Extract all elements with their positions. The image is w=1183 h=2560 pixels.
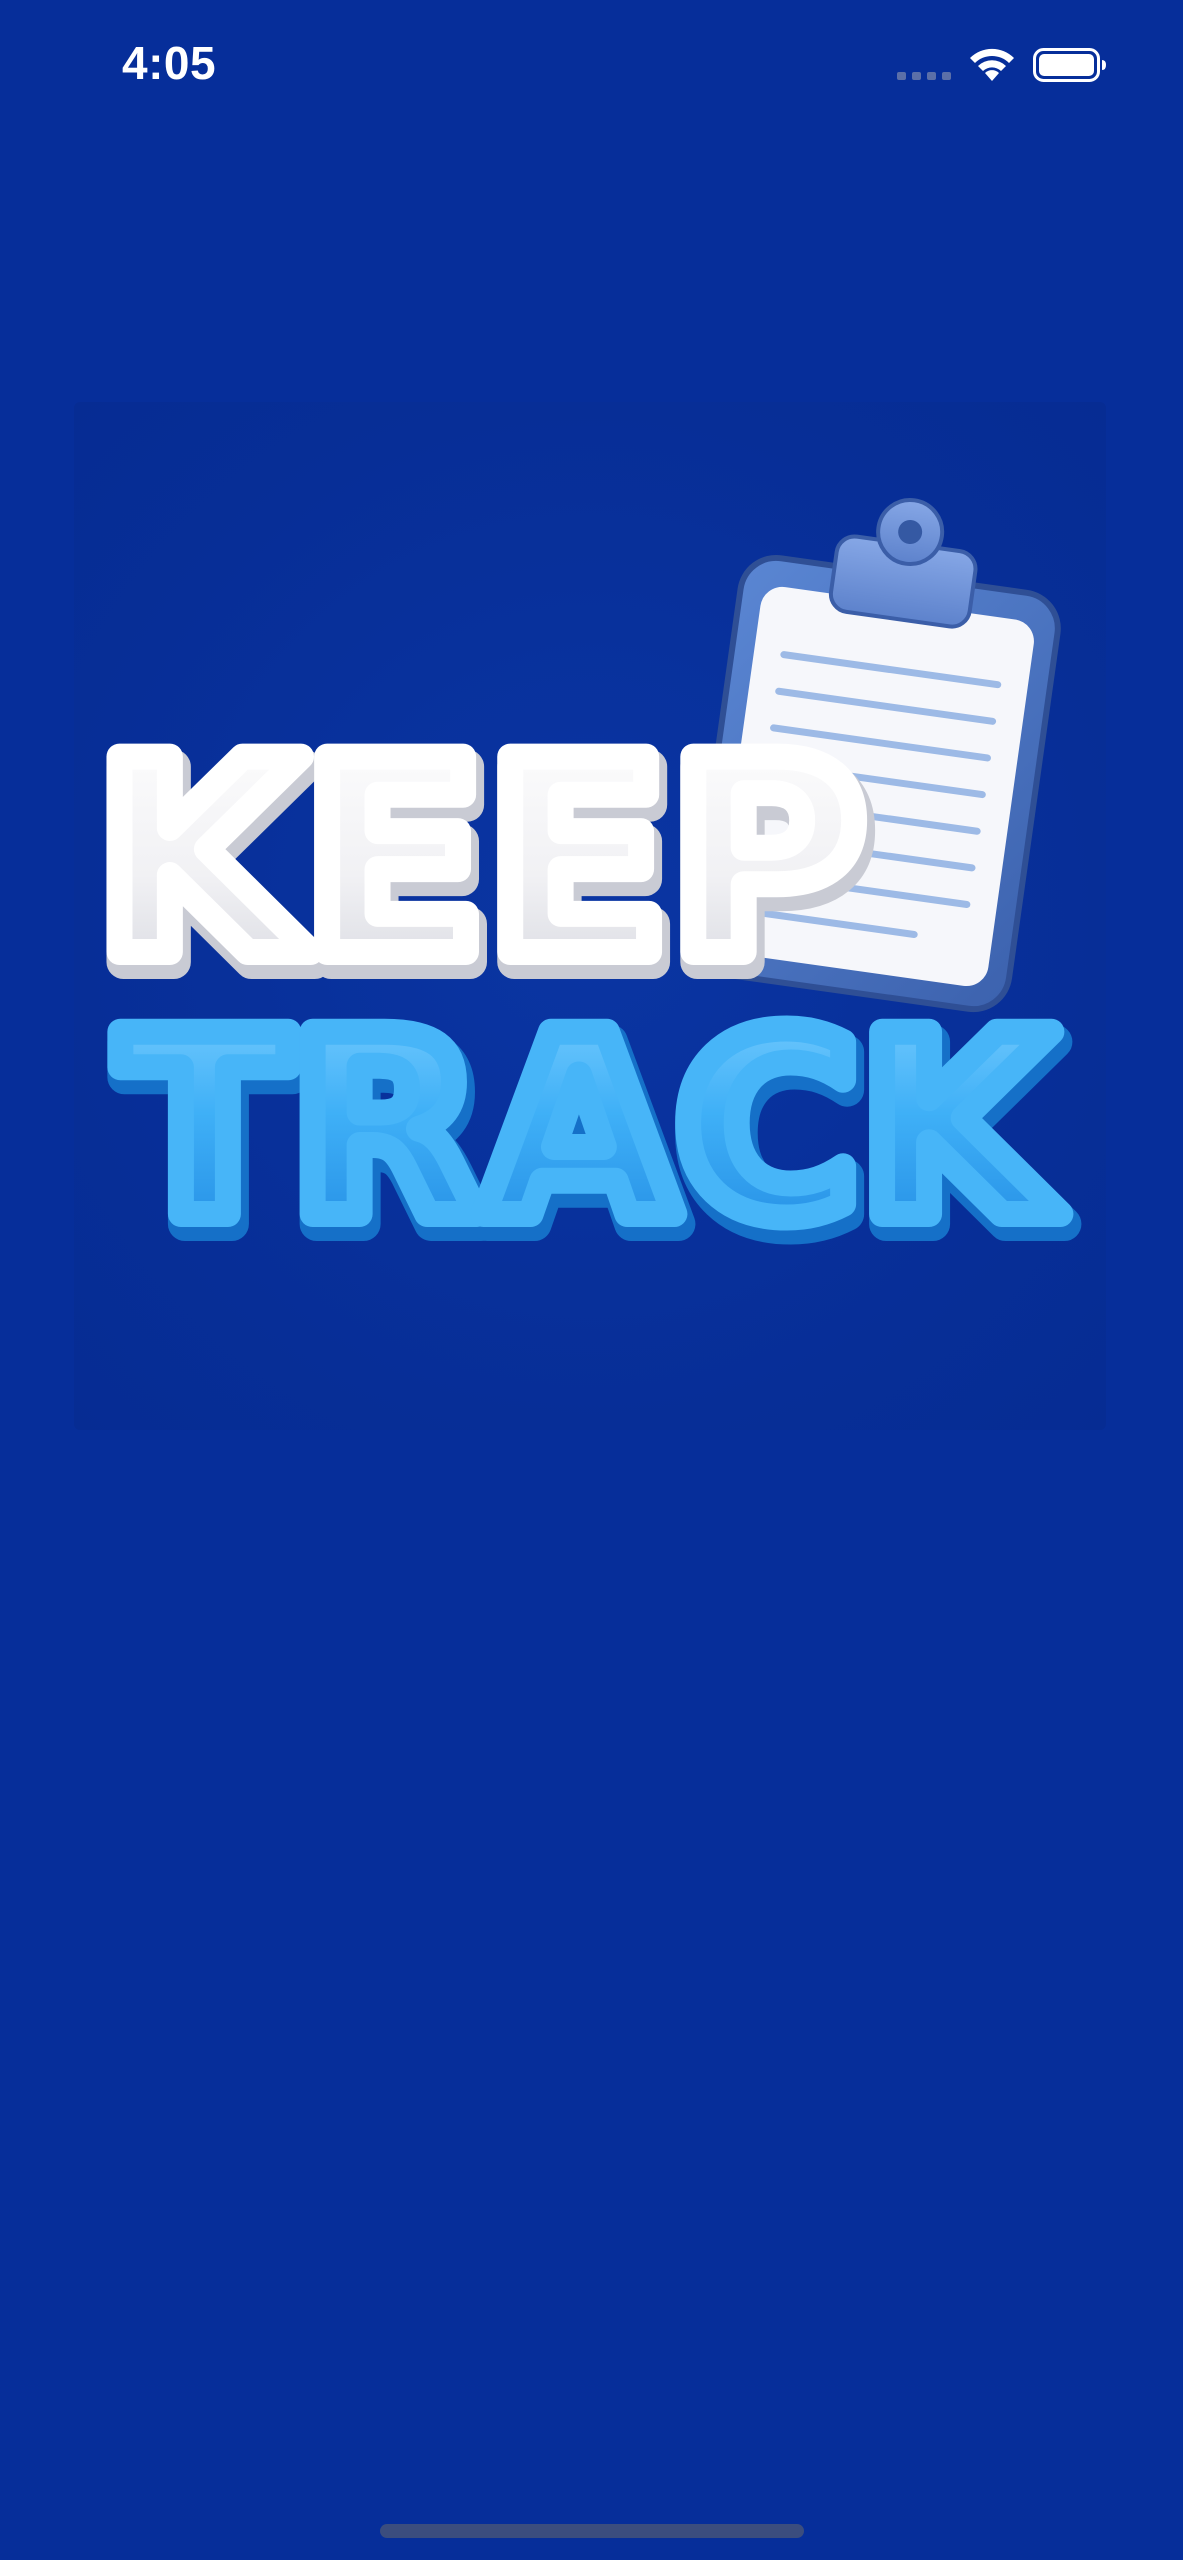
app-logo: KEEP KEEP TRACK TRACK (74, 402, 1106, 1430)
status-time: 4:05 (122, 37, 217, 89)
cellular-signal-icon (897, 72, 951, 80)
logo-word-track-face: TRACK (119, 982, 1061, 1273)
logo-artwork: KEEP KEEP TRACK TRACK (82, 497, 1082, 1300)
battery-icon (1033, 48, 1106, 82)
wifi-icon (970, 48, 1014, 81)
logo-word-keep-face: KEEP (95, 704, 865, 1016)
home-indicator[interactable] (380, 2524, 804, 2538)
status-bar: 4:05 (0, 0, 1183, 140)
splash-screen: 4:05 KEEP KEEP TRACK TRACK (0, 0, 1183, 2560)
